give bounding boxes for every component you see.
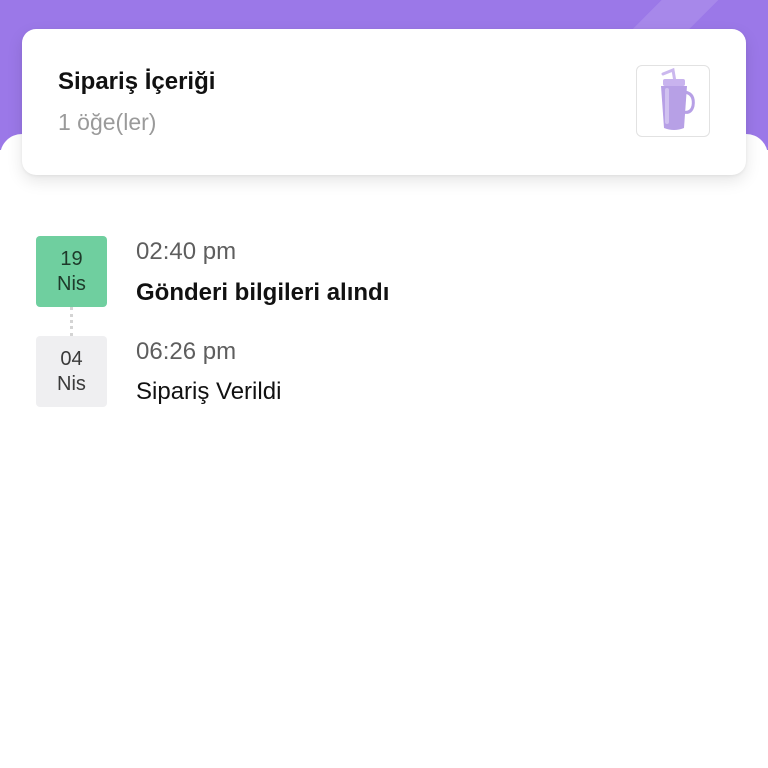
date-day: 19 <box>60 248 83 270</box>
tumbler-image <box>661 67 695 130</box>
content-area <box>0 134 768 768</box>
date-day: 04 <box>60 348 83 370</box>
date-badge: 04 Nis <box>36 336 107 407</box>
date-badge: 19 Nis <box>36 236 107 307</box>
date-month: Nis <box>57 373 86 395</box>
order-contents-card[interactable]: Sipariş İçeriği 1 öğe(ler) <box>22 29 746 175</box>
product-thumbnail[interactable] <box>636 65 710 137</box>
order-item-count: 1 öğe(ler) <box>58 109 157 135</box>
order-contents-title: Sipariş İçeriği <box>58 68 216 95</box>
date-month: Nis <box>57 273 86 295</box>
